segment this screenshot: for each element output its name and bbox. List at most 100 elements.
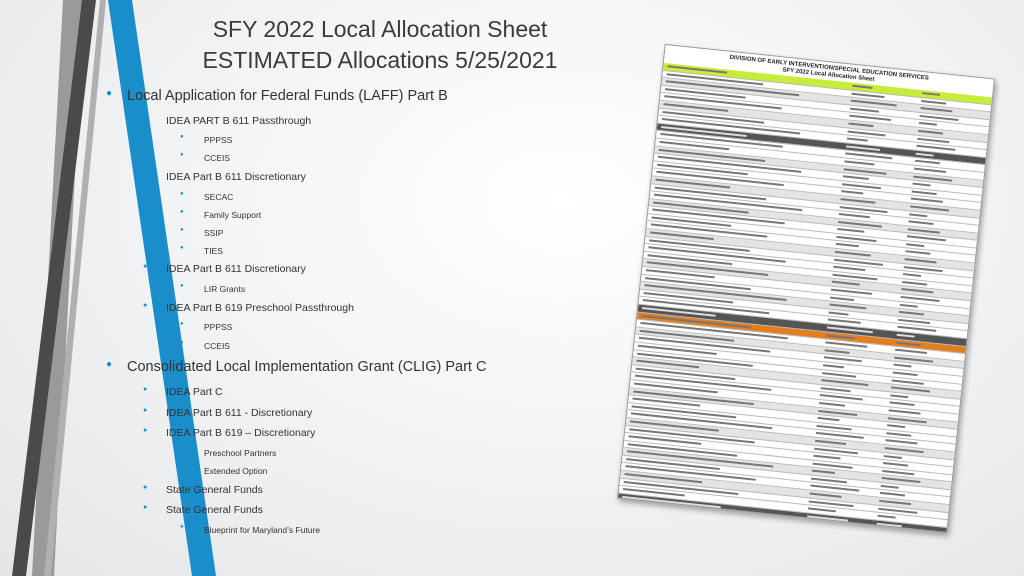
row-value-bar — [906, 235, 946, 242]
row-value-bar — [840, 198, 876, 204]
row-value-bar — [838, 213, 870, 219]
row-value-bar — [878, 507, 918, 514]
row-value-bar — [822, 371, 857, 378]
row-value-bar — [896, 333, 915, 338]
row-value-bar — [833, 266, 866, 272]
row-value-bar — [827, 318, 861, 325]
row-value-bar — [891, 379, 924, 385]
row-value-bar — [900, 295, 940, 303]
outline-item-14: CCEIS — [204, 341, 230, 351]
outline-item-9: TIES — [204, 246, 223, 256]
row-value-bar — [906, 243, 925, 247]
row-value-bar — [910, 205, 950, 212]
row-value-bar — [889, 401, 915, 407]
bullet-icon: ● — [180, 465, 184, 471]
row-value-bar — [914, 160, 940, 165]
outline-item-12: IDEA Part B 619 Preschool Passthrough — [166, 302, 354, 314]
row-value-bar — [920, 107, 953, 113]
row-value-bar — [881, 477, 921, 484]
allocation-sheet-document: DIVISION OF EARLY INTERVENTION/SPECIAL E… — [617, 43, 995, 534]
bullet-icon: ● — [180, 134, 184, 140]
outline-item-10: IDEA Part B 611 Discretionary — [166, 263, 306, 275]
row-value-bar — [887, 424, 906, 429]
bullet-icon: ● — [180, 524, 184, 530]
bullet-icon: ● — [180, 227, 184, 233]
row-value-bar — [921, 92, 941, 96]
row-value-bar — [898, 318, 931, 324]
bullet-icon: ● — [143, 407, 148, 414]
row-value-bar — [905, 250, 931, 256]
row-value-bar — [816, 424, 852, 431]
outline-item-19: Preschool Partners — [204, 448, 277, 458]
row-value-bar — [883, 462, 909, 467]
bullet-icon: ● — [106, 88, 113, 99]
outline-item-6: SECAC — [204, 192, 234, 202]
row-value-bar — [824, 349, 850, 354]
row-value-bar — [877, 514, 896, 519]
row-value-bar — [886, 431, 912, 437]
row-value-bar — [890, 394, 909, 399]
row-value-bar — [849, 107, 880, 113]
row-value-bar — [841, 190, 864, 195]
row-value-bar — [894, 356, 934, 363]
row-value-bar — [844, 160, 875, 166]
row-value-bar — [916, 144, 956, 151]
row-value-bar — [811, 477, 848, 484]
row-value-bar — [887, 416, 927, 423]
outline-item-2: IDEA PART B 611 Passthrough — [166, 115, 312, 127]
bullet-icon: ● — [180, 447, 184, 453]
allocation-sheet-image: DIVISION OF EARLY INTERVENTION/SPECIAL E… — [617, 43, 995, 540]
row-value-bar — [883, 454, 902, 459]
document-rows — [617, 62, 992, 534]
bullet-icon: ● — [143, 302, 148, 309]
row-value-bar — [807, 515, 849, 522]
outline-item-23: Blueprint for Maryland’s Future — [204, 525, 321, 535]
row-value-bar — [894, 348, 928, 355]
row-value-bar — [811, 469, 835, 475]
bullet-icon: ● — [143, 427, 148, 434]
bullet-icon: ● — [143, 171, 148, 178]
bullet-icon: ● — [143, 386, 148, 393]
row-value-bar — [917, 129, 944, 135]
row-value-bar — [834, 250, 871, 257]
row-value-bar — [904, 258, 937, 264]
row-value-bar — [897, 326, 937, 333]
row-value-bar — [819, 401, 846, 407]
outline-item-17: IDEA Part B 611 - Discretionary — [166, 407, 313, 419]
row-value-bar — [876, 522, 902, 528]
outline-item-1: Local Application for Federal Funds (LAF… — [127, 88, 448, 104]
bullet-icon: ● — [180, 340, 184, 346]
row-value-bar — [807, 507, 836, 513]
row-value-bar — [829, 303, 867, 310]
bullet-icon: ● — [180, 321, 184, 327]
bullet-icon: ● — [143, 504, 148, 511]
outline-item-11: LIR Grants — [204, 284, 246, 294]
row-value-bar — [913, 175, 953, 182]
outline-item-15: Consolidated Local Implementation Grant … — [127, 359, 487, 375]
outline-item-5: IDEA Part B 611 Discretionary — [166, 171, 306, 183]
row-value-bar — [892, 371, 918, 377]
outline-item-7: Family Support — [204, 210, 262, 220]
bullet-icon: ● — [180, 283, 184, 289]
bullet-icon: ● — [106, 359, 113, 370]
bullet-icon: ● — [143, 484, 148, 491]
row-value-bar — [835, 243, 859, 248]
row-value-bar — [912, 182, 931, 187]
row-value-bar — [891, 386, 930, 393]
row-value-bar — [903, 265, 943, 272]
row-value-bar — [820, 386, 851, 392]
row-value-bar — [902, 280, 928, 286]
row-value-bar — [882, 469, 915, 476]
bullet-icon: ● — [180, 245, 184, 251]
outline-item-21: State General Funds — [166, 484, 263, 496]
row-value-bar — [911, 190, 937, 195]
row-value-bar — [845, 145, 881, 151]
row-value-bar — [915, 152, 934, 157]
row-value-bar — [909, 212, 928, 217]
outline-item-20: Extended Option — [204, 466, 268, 476]
row-value-bar — [879, 492, 905, 497]
outline-item-22: State General Funds — [166, 504, 263, 516]
row-value-bar — [902, 273, 922, 278]
row-value-bar — [852, 84, 873, 89]
row-value-bar — [888, 409, 921, 415]
